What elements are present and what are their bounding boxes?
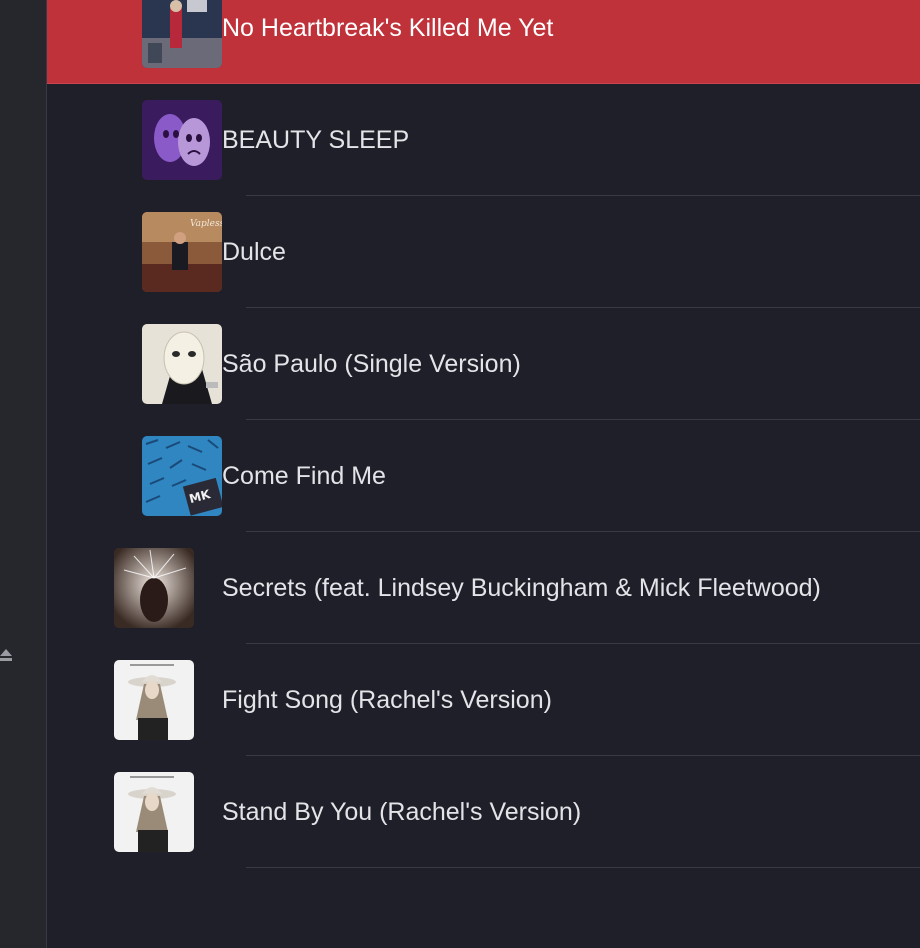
track-title: Secrets (feat. Lindsey Buckingham & Mick… <box>222 574 821 602</box>
track-title: Dulce <box>222 238 286 266</box>
album-art-painting <box>142 0 222 68</box>
track-row[interactable]: São Paulo (Single Version) <box>47 308 920 420</box>
track-row[interactable]: BEAUTY SLEEP <box>47 84 920 196</box>
track-row[interactable]: MK Come Find Me <box>47 420 920 532</box>
track-title: Stand By You (Rachel's Version) <box>222 798 582 826</box>
album-art-blue-pattern: MK <box>142 436 222 516</box>
track-title: São Paulo (Single Version) <box>222 350 521 378</box>
album-art-woman-hat <box>114 660 194 740</box>
track-title: Come Find Me <box>222 462 386 490</box>
music-window: No Heartbreak's Killed Me Yet BEAUTY SLE… <box>0 0 920 948</box>
album-art-woman-hat <box>114 772 194 852</box>
row-divider <box>246 867 920 868</box>
track-row[interactable]: Stand By You (Rachel's Version) <box>47 756 920 868</box>
track-row-selected[interactable]: No Heartbreak's Killed Me Yet <box>47 0 920 84</box>
track-title: Fight Song (Rachel's Version) <box>222 686 552 714</box>
track-row[interactable]: Vapless Dulce <box>47 196 920 308</box>
track-row[interactable]: Fight Song (Rachel's Version) <box>47 644 920 756</box>
svg-text:Vapless: Vapless <box>190 219 222 229</box>
album-art-silhouette <box>114 548 194 628</box>
album-art-white-mask <box>142 324 222 404</box>
sidebar <box>0 0 46 948</box>
track-list: No Heartbreak's Killed Me Yet BEAUTY SLE… <box>47 0 920 948</box>
eject-icon[interactable] <box>0 646 14 664</box>
album-art-vinyl-room: Vapless <box>142 212 222 292</box>
track-title: BEAUTY SLEEP <box>222 126 410 154</box>
track-row[interactable]: Secrets (feat. Lindsey Buckingham & Mick… <box>47 532 920 644</box>
track-title: No Heartbreak's Killed Me Yet <box>222 14 554 42</box>
album-art-purple-masks <box>142 100 222 180</box>
